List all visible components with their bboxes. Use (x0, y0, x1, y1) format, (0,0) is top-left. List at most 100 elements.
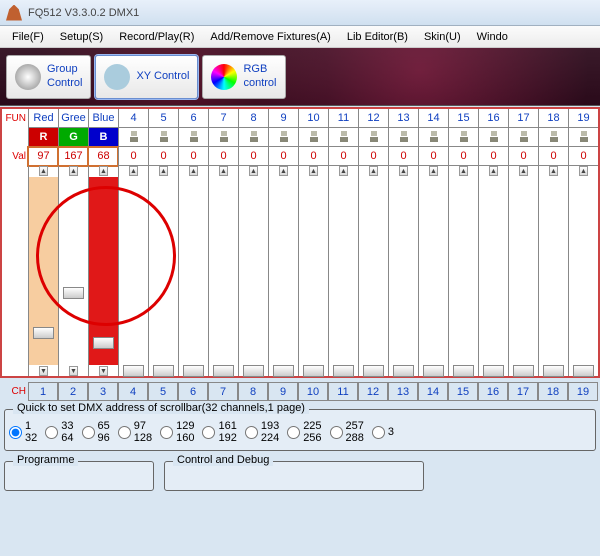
slider-up-6[interactable]: ▲ (189, 166, 198, 176)
slider-up-2[interactable]: ▲ (69, 166, 78, 176)
fun-cell-1[interactable]: Red (28, 109, 58, 128)
channel-cell-16[interactable]: 16 (478, 382, 508, 401)
slider-thumb-4[interactable] (123, 365, 144, 377)
range-radio-9[interactable]: 257288 (330, 420, 364, 444)
fixture-icon-12[interactable] (358, 128, 388, 147)
menu-window[interactable]: Windo (469, 31, 516, 43)
range-radio-input-5[interactable] (160, 426, 173, 439)
value-cell-3[interactable]: 68 (88, 147, 118, 166)
value-cell-18[interactable]: 0 (538, 147, 568, 166)
value-cell-5[interactable]: 0 (148, 147, 178, 166)
value-cell-13[interactable]: 0 (388, 147, 418, 166)
slider-thumb-6[interactable] (183, 365, 204, 377)
channel-cell-19[interactable]: 19 (568, 382, 598, 401)
fixture-icon-15[interactable] (448, 128, 478, 147)
slider-track-14[interactable] (419, 177, 448, 365)
fun-cell-13[interactable]: 13 (388, 109, 418, 128)
menu-skin[interactable]: Skin(U) (416, 31, 469, 43)
value-cell-9[interactable]: 0 (268, 147, 298, 166)
value-cell-14[interactable]: 0 (418, 147, 448, 166)
fun-cell-19[interactable]: 19 (568, 109, 598, 128)
slider-track-11[interactable] (329, 177, 358, 365)
fixture-icon-11[interactable] (328, 128, 358, 147)
slider-up-14[interactable]: ▲ (429, 166, 438, 176)
slider-thumb-17[interactable] (513, 365, 534, 377)
value-cell-16[interactable]: 0 (478, 147, 508, 166)
slider-track-15[interactable] (449, 177, 478, 365)
value-cell-1[interactable]: 97 (28, 147, 58, 166)
slider-track-19[interactable] (569, 177, 598, 365)
fixture-icon-6[interactable] (178, 128, 208, 147)
slider-19[interactable]: ▲▼ (568, 166, 598, 376)
slider-thumb-7[interactable] (213, 365, 234, 377)
fixture-icon-7[interactable] (208, 128, 238, 147)
value-cell-4[interactable]: 0 (118, 147, 148, 166)
value-cell-11[interactable]: 0 (328, 147, 358, 166)
slider-9[interactable]: ▲▼ (268, 166, 298, 376)
fun-cell-15[interactable]: 15 (448, 109, 478, 128)
slider-12[interactable]: ▲▼ (358, 166, 388, 376)
value-cell-12[interactable]: 0 (358, 147, 388, 166)
channel-cell-12[interactable]: 12 (358, 382, 388, 401)
value-cell-7[interactable]: 0 (208, 147, 238, 166)
channel-cell-18[interactable]: 18 (538, 382, 568, 401)
slider-up-10[interactable]: ▲ (309, 166, 318, 176)
value-cell-17[interactable]: 0 (508, 147, 538, 166)
range-radio-input-9[interactable] (330, 426, 343, 439)
slider-up-16[interactable]: ▲ (489, 166, 498, 176)
slider-14[interactable]: ▲▼ (418, 166, 448, 376)
slider-track-12[interactable] (359, 177, 388, 365)
slider-thumb-5[interactable] (153, 365, 174, 377)
slider-track-7[interactable] (209, 177, 238, 365)
value-cell-10[interactable]: 0 (298, 147, 328, 166)
slider-8[interactable]: ▲▼ (238, 166, 268, 376)
channel-cell-3[interactable]: 3 (88, 382, 118, 401)
slider-thumb-16[interactable] (483, 365, 504, 377)
fixture-icon-8[interactable] (238, 128, 268, 147)
channel-cell-5[interactable]: 5 (148, 382, 178, 401)
channel-cell-2[interactable]: 2 (58, 382, 88, 401)
slider-up-9[interactable]: ▲ (279, 166, 288, 176)
fun-cell-6[interactable]: 6 (178, 109, 208, 128)
slider-6[interactable]: ▲▼ (178, 166, 208, 376)
channel-cell-10[interactable]: 10 (298, 382, 328, 401)
value-cell-19[interactable]: 0 (568, 147, 598, 166)
range-radio-8[interactable]: 225256 (287, 420, 321, 444)
slider-2[interactable]: ▲▼ (58, 166, 88, 376)
slider-up-19[interactable]: ▲ (579, 166, 588, 176)
color-head-r[interactable]: R (28, 128, 58, 147)
fun-cell-2[interactable]: Gree (58, 109, 88, 128)
slider-thumb-2[interactable] (63, 287, 84, 299)
slider-track-9[interactable] (269, 177, 298, 365)
slider-track-5[interactable] (149, 177, 178, 365)
slider-10[interactable]: ▲▼ (298, 166, 328, 376)
fun-cell-12[interactable]: 12 (358, 109, 388, 128)
channel-cell-11[interactable]: 11 (328, 382, 358, 401)
channel-cell-4[interactable]: 4 (118, 382, 148, 401)
color-head-b[interactable]: B (88, 128, 118, 147)
slider-up-3[interactable]: ▲ (99, 166, 108, 176)
channel-cell-1[interactable]: 1 (28, 382, 58, 401)
range-radio-6[interactable]: 161192 (202, 420, 236, 444)
slider-up-1[interactable]: ▲ (39, 166, 48, 176)
slider-5[interactable]: ▲▼ (148, 166, 178, 376)
slider-1[interactable]: ▲▼ (28, 166, 58, 376)
slider-16[interactable]: ▲▼ (478, 166, 508, 376)
fixture-icon-13[interactable] (388, 128, 418, 147)
range-radio-input-3[interactable] (82, 426, 95, 439)
menu-setup[interactable]: Setup(S) (52, 31, 111, 43)
slider-15[interactable]: ▲▼ (448, 166, 478, 376)
fun-cell-10[interactable]: 10 (298, 109, 328, 128)
range-radio-2[interactable]: 3364 (45, 420, 73, 444)
channel-cell-7[interactable]: 7 (208, 382, 238, 401)
fun-cell-18[interactable]: 18 (538, 109, 568, 128)
fixture-icon-17[interactable] (508, 128, 538, 147)
slider-track-8[interactable] (239, 177, 268, 365)
menu-record[interactable]: Record/Play(R) (111, 31, 202, 43)
fun-cell-4[interactable]: 4 (118, 109, 148, 128)
slider-thumb-8[interactable] (243, 365, 264, 377)
slider-track-18[interactable] (539, 177, 568, 365)
slider-track-17[interactable] (509, 177, 538, 365)
fun-cell-16[interactable]: 16 (478, 109, 508, 128)
slider-thumb-18[interactable] (543, 365, 564, 377)
